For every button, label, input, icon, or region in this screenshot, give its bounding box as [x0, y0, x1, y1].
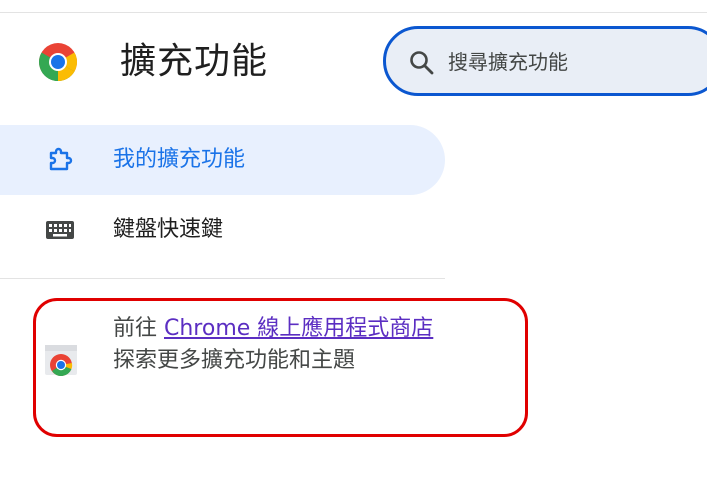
sidebar-item-label: 我的擴充功能 [113, 147, 246, 172]
top-border [0, 12, 707, 13]
sidebar-item-keyboard-shortcuts[interactable]: 鍵盤快速鍵 [0, 195, 445, 265]
search-box[interactable] [383, 26, 707, 96]
puzzle-piece-icon [44, 144, 76, 176]
promo-suffix: 探索更多擴充功能和主題 [113, 348, 356, 373]
chrome-web-store-icon [45, 345, 77, 377]
promo-text: 前往 Chrome 線上應用程式商店 探索更多擴充功能和主題 [113, 313, 443, 377]
search-input[interactable] [448, 47, 698, 77]
keyboard-icon [44, 214, 76, 246]
search-icon[interactable] [408, 49, 436, 77]
web-store-promo: 前往 Chrome 線上應用程式商店 探索更多擴充功能和主題 [33, 298, 528, 437]
promo-prefix: 前往 [113, 316, 164, 341]
chrome-logo-icon [39, 43, 77, 81]
page-title: 擴充功能 [120, 41, 269, 82]
sidebar-item-my-extensions[interactable]: 我的擴充功能 [0, 125, 445, 195]
sidebar-item-label: 鍵盤快速鍵 [113, 217, 224, 242]
chrome-web-store-link[interactable]: Chrome 線上應用程式商店 [164, 316, 433, 341]
sidebar-divider [0, 278, 445, 279]
